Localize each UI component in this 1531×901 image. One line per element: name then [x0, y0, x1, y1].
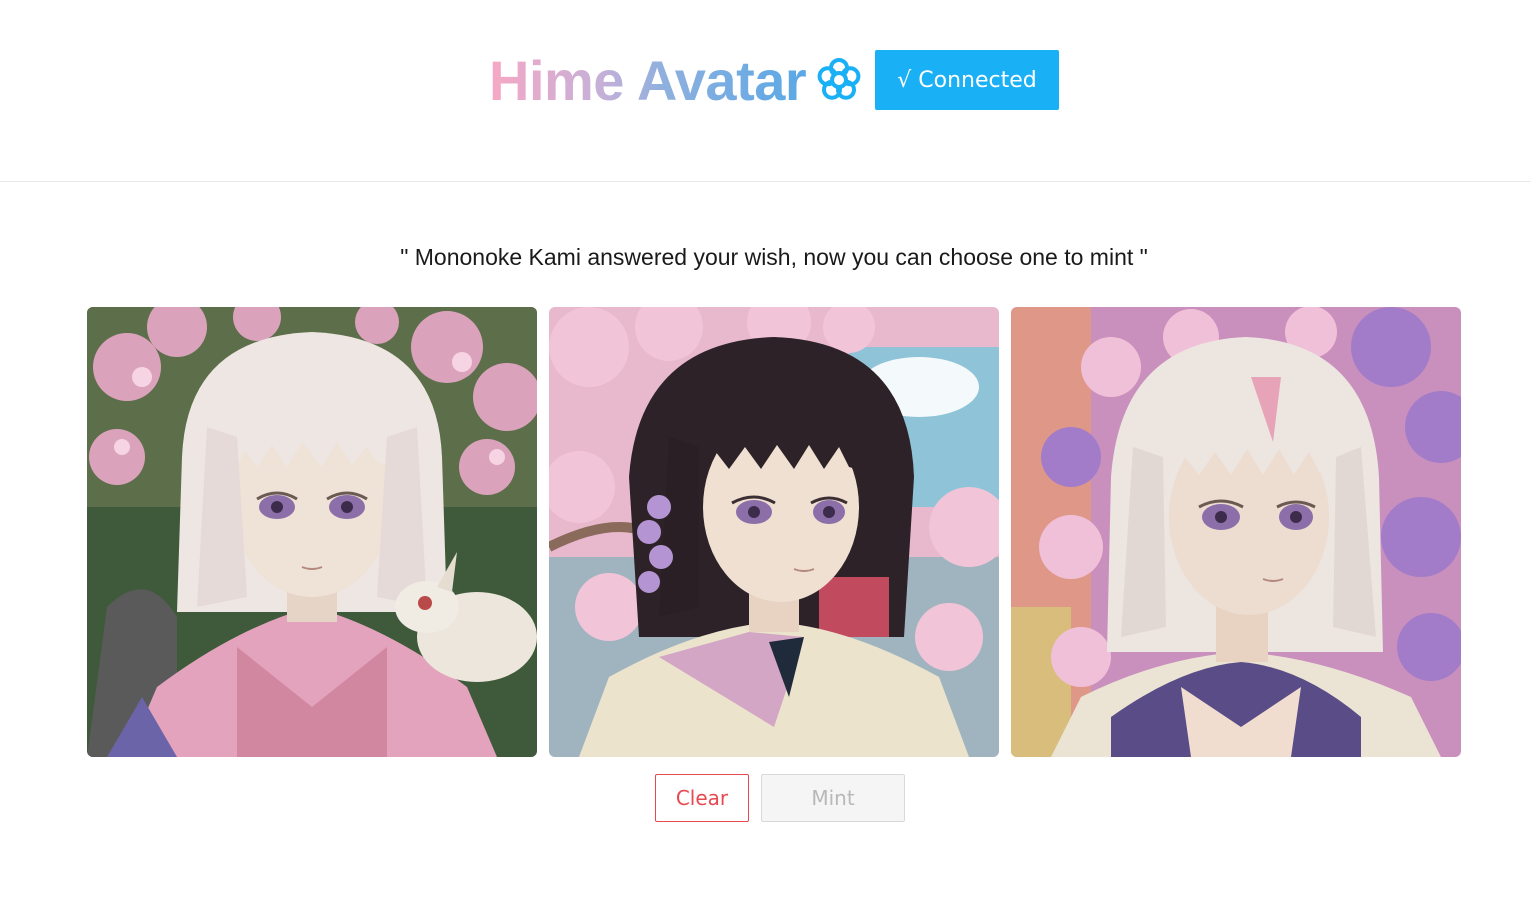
- mint-button[interactable]: Mint: [761, 774, 905, 822]
- avatar-image-1: [87, 307, 537, 757]
- connected-button[interactable]: √ Connected: [875, 50, 1059, 110]
- tagline: " Mononoke Kami answered your wish, now …: [400, 244, 1148, 270]
- flower-icon: [817, 58, 861, 100]
- header: Hime Avatar √ Connected: [0, 0, 1531, 182]
- app-title: Hime Avatar: [489, 46, 807, 116]
- avatar-option-1[interactable]: [87, 307, 537, 757]
- avatar-image-3: [1011, 307, 1461, 757]
- clear-button[interactable]: Clear: [655, 774, 749, 822]
- avatar-image-2: [549, 307, 999, 757]
- avatar-option-2[interactable]: [549, 307, 999, 757]
- action-buttons: Clear Mint: [655, 774, 905, 822]
- avatar-option-3[interactable]: [1011, 307, 1461, 757]
- avatar-gallery: [87, 307, 1461, 757]
